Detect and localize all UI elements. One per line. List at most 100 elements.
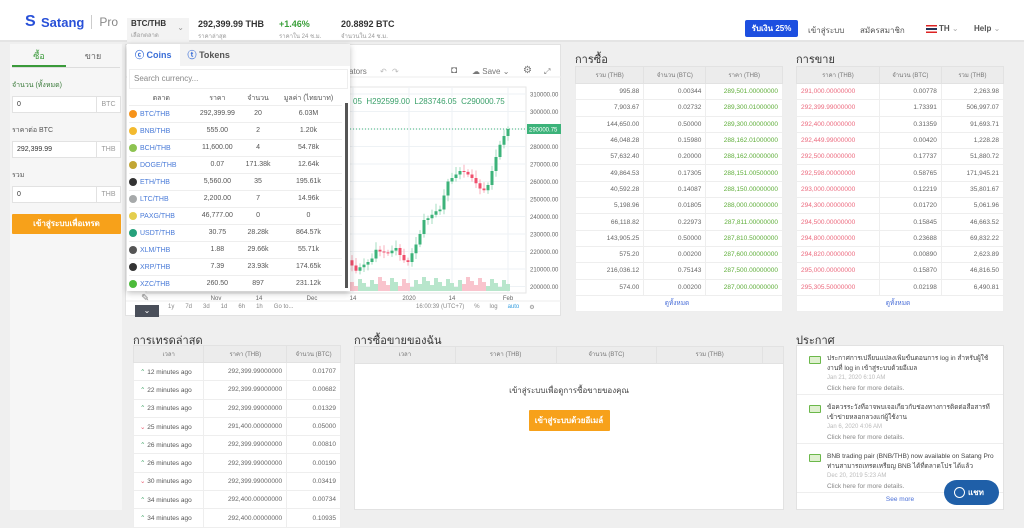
order-row[interactable]: 291,000.00000000 0.00778 2,263.98 [796,82,1005,101]
market-row[interactable]: XRP/THB 7.39 23.93k 174.65k [129,257,342,275]
column-header[interactable]: ตลาด [129,92,194,105]
range-1y[interactable]: 1y [168,304,174,310]
more-details-link[interactable]: Click here for more details. [827,385,997,392]
order-row[interactable]: 292,449.99000000 0.00420 1,228.28 [796,131,1005,150]
column-header[interactable]: มูลค่า (ไทยบาท) [275,92,342,105]
language-selector[interactable]: TH ⌄ [926,24,959,33]
tab-coins[interactable]: ⓒ Coins [127,44,180,66]
price-cell: 288,150.00000000 [705,180,783,199]
tab-sell[interactable]: ขาย [66,44,120,67]
market-row[interactable]: BTC/THB 292,399.99 20 6.03M [129,104,342,122]
order-row[interactable]: 294,500.00000000 0.15845 46,663.52 [796,213,1005,231]
order-row[interactable]: 57,632.40 0.20000 288,162.00000000 [574,148,783,166]
market-pair[interactable]: XZC/THB [140,281,170,288]
order-row[interactable]: 5,198.96 0.01805 288,000.00000000 [574,197,783,215]
order-row[interactable]: 995.88 0.00344 289,501.00000000 [574,82,783,101]
market-pair[interactable]: DOGE/THB [140,161,177,168]
pencil-icon[interactable]: ✎ [141,293,149,304]
market-row[interactable]: PAXG/THB 46,777.00 0 0 [129,206,342,224]
order-row[interactable]: 292,399.99000000 1.73391 506,997.07 [796,99,1005,117]
order-row[interactable]: 294,300.00000000 0.01720 5,061.96 [796,197,1005,215]
range-3d[interactable]: 3d [203,304,210,310]
tab-buy[interactable]: ซื้อ [12,44,66,67]
percent-toggle[interactable]: % [474,304,479,311]
market-row[interactable]: DOGE/THB 0.07 171.38k 12.64k [129,155,342,173]
order-row[interactable]: 293,000.00000000 0.12219 35,801.67 [796,180,1005,199]
login-email-button[interactable]: เข้าสู่ระบบด้วยอีเมล์ [528,410,610,431]
order-row[interactable]: 292,598.00000000 0.58765 171,945.21 [796,164,1005,182]
chart-settings-icon[interactable]: ⚙ [529,304,534,311]
order-row[interactable]: 66,118.82 0.22973 287,811.00000000 [574,213,783,231]
market-row[interactable]: ETH/THB 5,560.00 35 195.61k [129,172,342,190]
go-to-date[interactable]: Go to... [274,304,294,310]
login-link[interactable]: เข้าสู่ระบบ [808,24,844,37]
drawing-toolbar[interactable]: ✎ ⌄ [135,293,159,317]
market-pair[interactable]: BCH/THB [140,144,171,151]
see-all-link[interactable]: ดูทั้งหมด [796,294,1004,312]
price-field[interactable]: 292,399.99 THB [12,141,121,158]
market-row[interactable]: USDT/THB 30.75 28.28k 864.57k [129,223,342,241]
announcement-item[interactable]: ประกาศการเปลี่ยนแปลงเพิ่มขั้นตอนการ log … [797,346,1003,395]
value-cell: 46,663.52 [940,213,1005,231]
candle [446,181,450,196]
value-cell: 574.00 [574,278,645,296]
tab-tokens[interactable]: ⓣ Tokens [180,44,238,66]
range-7d[interactable]: 7d [185,304,192,310]
log-toggle[interactable]: log [490,304,498,311]
order-row[interactable]: 292,500.00000000 0.17737 51,880.72 [796,148,1005,166]
auto-toggle[interactable]: auto [508,304,520,311]
amount-label: จำนวน (ทั้งหมด) [12,82,62,89]
market-pair[interactable]: LTC/THB [140,195,169,202]
order-row[interactable]: 49,864.53 0.17305 288,151.00500000 [574,164,783,182]
column-header[interactable]: ราคา [194,92,242,105]
value-cell: 0.00420 [878,131,942,150]
order-row[interactable]: 144,650.00 0.50000 289,300.00000000 [574,115,783,133]
market-pair[interactable]: USDT/THB [140,229,175,236]
announcement-item[interactable]: ข้อควรระวังที่อาจพบเจอเกี่ยวกับช่องทางกา… [797,395,1003,444]
market-row[interactable]: BNB/THB 555.00 2 1.20k [129,121,342,139]
xlm-coin-icon [129,245,137,254]
order-row[interactable]: 216,036.12 0.75143 287,500.00000000 [574,262,783,280]
order-row[interactable]: 575.20 0.00200 287,600.00000000 [574,245,783,264]
order-row[interactable]: 40,592.28 0.14087 288,150.00000000 [574,180,783,199]
logo[interactable]: S Satang Pro [25,14,118,30]
total-field[interactable]: 0 THB [12,186,121,203]
market-row[interactable]: XLM/THB 1.88 29.66k 55.71k [129,240,342,258]
order-row[interactable]: 292,400.00000000 0.31359 91,693.71 [796,115,1005,133]
promo-button[interactable]: รับเงิน 25% [745,20,798,37]
signup-link[interactable]: สมัครสมาชิก [860,24,905,37]
chat-button[interactable]: แชท [944,480,999,505]
order-row[interactable]: 295,000.00000000 0.15870 46,816.50 [796,262,1005,280]
search-currency-input[interactable]: Search currency... [129,69,348,89]
range-6h[interactable]: 6h [238,304,245,310]
chevron-down-icon[interactable]: ⌄ [135,305,159,317]
volume-bar [386,285,390,291]
range-1h[interactable]: 1h [256,304,263,310]
market-pair[interactable]: PAXG/THB [140,212,175,219]
help-menu[interactable]: Help ⌄ [974,24,1000,33]
market-row[interactable]: XZC/THB 260.50 897 231.12k [129,274,342,292]
order-row[interactable]: 143,905.25 0.50000 287,810.50000000 [574,229,783,247]
order-row[interactable]: 574.00 0.00200 287,000.00000000 [574,278,783,296]
order-row[interactable]: 46,048.28 0.15980 288,162.01000000 [574,131,783,150]
login-to-trade-button[interactable]: เข้าสู่ระบบเพื่อเทรด [12,214,121,234]
price-cell: 289,300.01000000 [705,99,783,117]
market-row[interactable]: BCH/THB 11,600.00 4 54.78k [129,138,342,156]
market-selector[interactable]: BTC/THB ⌄ เลือกตลาด [127,18,189,42]
order-row[interactable]: 294,800.00000000 0.23688 69,832.22 [796,229,1005,247]
market-pair[interactable]: BTC/THB [140,110,170,117]
market-pair[interactable]: ETH/THB [140,178,170,185]
see-all-link[interactable]: ดูทั้งหมด [575,294,783,312]
column-header[interactable]: จำนวน [241,92,275,105]
order-row[interactable]: 294,820.00000000 0.00890 2,623.89 [796,245,1005,264]
order-row[interactable]: 7,903.67 0.02732 289,300.01000000 [574,99,783,117]
more-details-link[interactable]: Click here for more details. [827,434,997,441]
dropdown-scrollbar[interactable] [345,103,348,288]
range-1d[interactable]: 1d [221,304,228,310]
order-row[interactable]: 295,305.50000000 0.02198 6,490.81 [796,278,1005,296]
market-pair[interactable]: BNB/THB [140,127,170,134]
amount-field[interactable]: 0 BTC [12,96,121,113]
market-row[interactable]: LTC/THB 2,200.00 7 14.96k [129,189,342,207]
market-pair[interactable]: XRP/THB [140,263,170,270]
market-pair[interactable]: XLM/THB [140,246,170,253]
